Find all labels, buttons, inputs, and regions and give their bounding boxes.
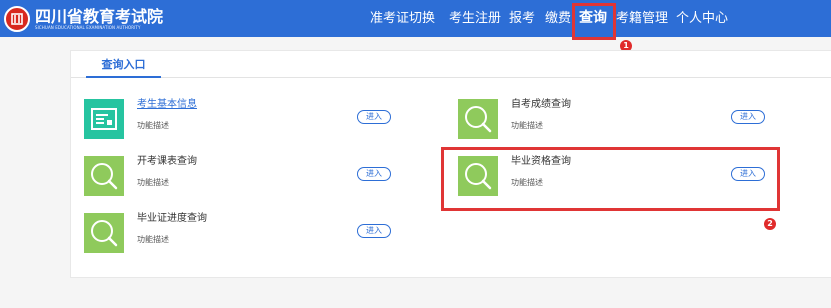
entry-description: 功能描述 xyxy=(137,178,169,187)
highlight-box-graduation-eligibility xyxy=(441,147,780,211)
logo-title: 四川省教育考试院 xyxy=(35,6,164,26)
nav-payment[interactable]: 缴费 xyxy=(545,11,571,26)
nav-candidate-registration[interactable]: 考生注册 xyxy=(449,11,501,26)
enter-button-candidate-info[interactable]: 进入 xyxy=(357,110,391,124)
entry-description: 功能描述 xyxy=(511,121,543,130)
entry-description: 功能描述 xyxy=(137,235,169,244)
list-item-self-exam-score: 自考成绩查询 功能描述 进入 xyxy=(458,99,788,143)
tab-bar: 查询入口 xyxy=(71,51,831,78)
nav-apply-exam[interactable]: 报考 xyxy=(509,11,535,26)
search-icon xyxy=(84,156,124,196)
enter-button-self-exam-score[interactable]: 进入 xyxy=(731,110,765,124)
seal-icon xyxy=(4,6,30,32)
entry-title-course-schedule: 开考课表查询 xyxy=(137,156,197,167)
nav-personal-center[interactable]: 个人中心 xyxy=(676,11,728,26)
logo-subtitle: SICHUAN EDUCATIONAL EXAMINATION AUTHORIT… xyxy=(35,24,141,30)
enter-button-course-schedule[interactable]: 进入 xyxy=(357,167,391,181)
entry-title-diploma-progress: 毕业证进度查询 xyxy=(137,213,207,224)
nav-record-management[interactable]: 考籍管理 xyxy=(616,11,668,26)
list-item-candidate-info: 考生基本信息 功能描述 进入 xyxy=(84,99,414,143)
tab-query-entry[interactable]: 查询入口 xyxy=(86,51,161,78)
nav-admission-ticket-switch[interactable]: 准考证切换 xyxy=(370,11,435,26)
highlight-box-query-nav xyxy=(572,3,616,40)
entry-description: 功能描述 xyxy=(137,121,169,130)
id-card-icon xyxy=(84,99,124,139)
top-navigation-bar: 四川省教育考试院 SICHUAN EDUCATIONAL EXAMINATION… xyxy=(0,0,831,37)
entry-title-candidate-info[interactable]: 考生基本信息 xyxy=(137,99,197,111)
enter-button-diploma-progress[interactable]: 进入 xyxy=(357,224,391,238)
list-item-course-schedule: 开考课表查询 功能描述 进入 xyxy=(84,156,414,200)
search-icon xyxy=(84,213,124,253)
site-logo[interactable]: 四川省教育考试院 SICHUAN EDUCATIONAL EXAMINATION… xyxy=(4,5,163,33)
annotation-badge-2: 2 xyxy=(764,218,776,230)
search-icon xyxy=(458,99,498,139)
entry-title-self-exam-score: 自考成绩查询 xyxy=(511,99,571,110)
list-item-diploma-progress: 毕业证进度查询 功能描述 进入 xyxy=(84,213,414,257)
